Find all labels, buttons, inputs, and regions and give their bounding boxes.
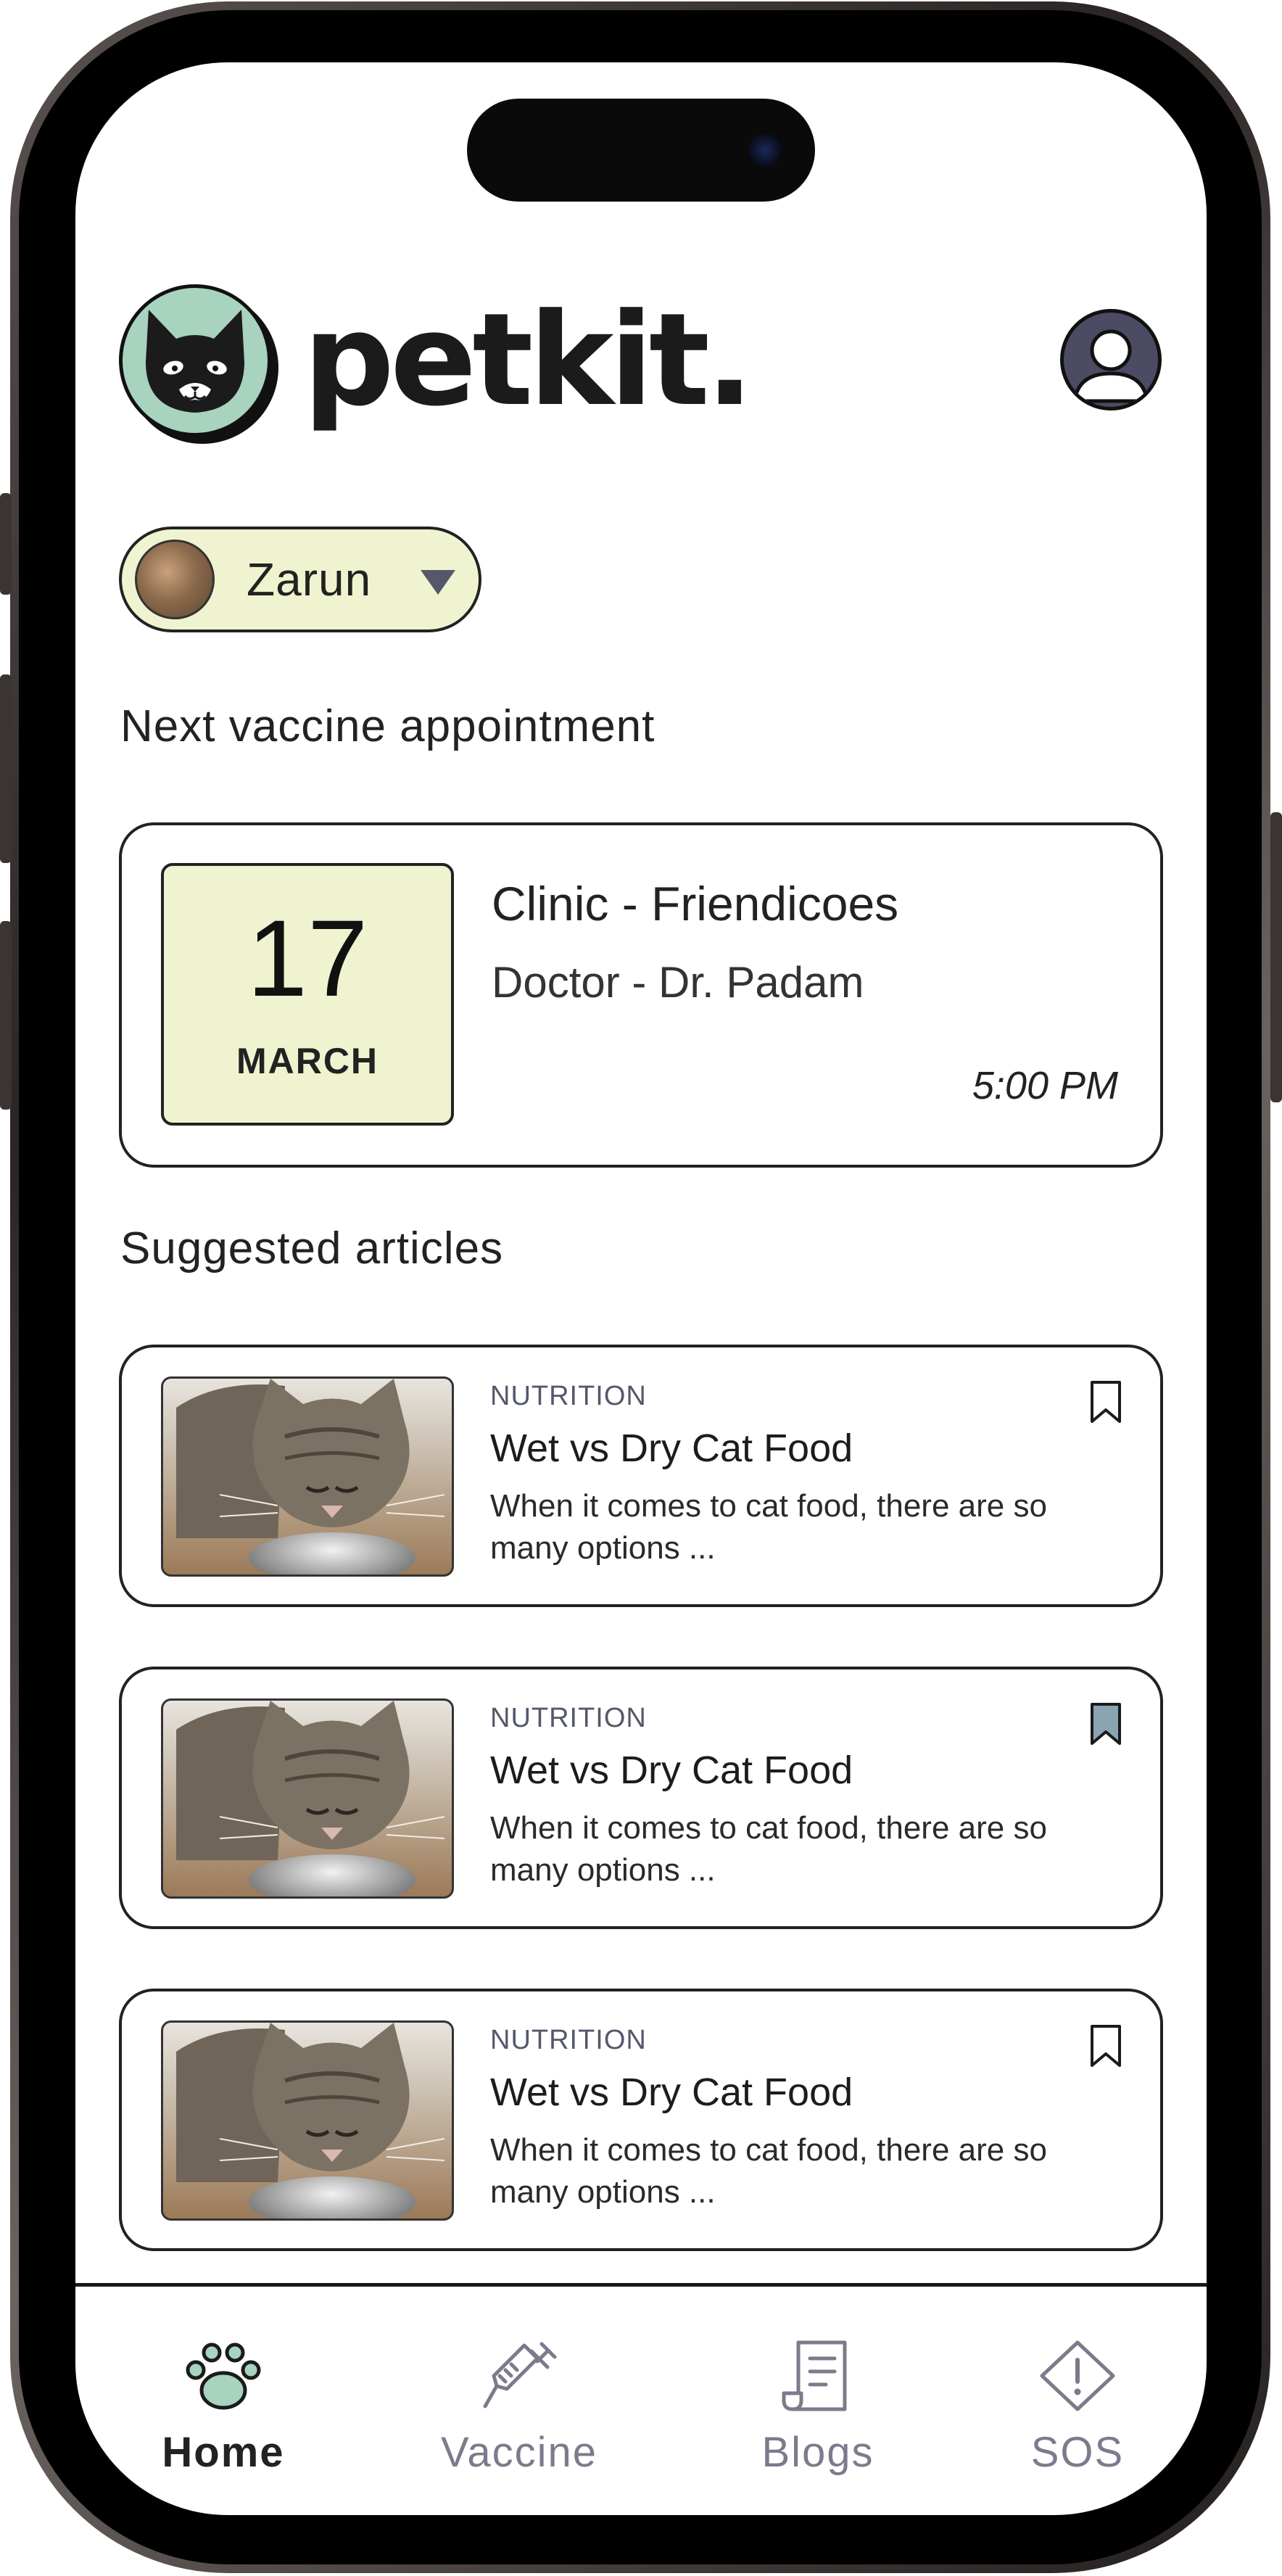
appointment-card[interactable]: 17 MARCH Clinic - Friendicoes Doctor - D…	[119, 822, 1163, 1168]
brand-wordmark: petkit.	[303, 286, 754, 434]
nav-item-blogs[interactable]: Blogs	[709, 2340, 927, 2477]
article-excerpt: When it comes to cat food, there are so …	[490, 1810, 1047, 1888]
appointment-time: 5:00 PM	[972, 1064, 1118, 1107]
appointment-doctor: Doctor - Dr. Padam	[492, 958, 864, 1007]
nav-label-sos: SOS	[1030, 2429, 1125, 2476]
pet-avatar	[135, 540, 215, 619]
article-excerpt: When it comes to cat food, there are so …	[490, 1488, 1047, 1566]
bookmark-icon[interactable]	[1089, 1379, 1122, 1424]
article-title: Wet vs Dry Cat Food	[490, 1427, 853, 1470]
pet-name: Zarun	[247, 553, 372, 606]
side-button-silent	[0, 493, 12, 595]
article-title: Wet vs Dry Cat Food	[490, 2071, 853, 2114]
syringe-icon	[483, 2342, 557, 2408]
app-screen: petkit. Zarun Next vaccine appointment 1…	[75, 62, 1207, 2515]
article-title: Wet vs Dry Cat Food	[490, 1749, 853, 1792]
alert-diamond-icon	[1040, 2340, 1115, 2411]
caret-down-icon	[421, 570, 455, 595]
nav-item-vaccine[interactable]: Vaccine	[410, 2340, 628, 2477]
article-card[interactable]: NUTRITION Wet vs Dry Cat Food When it co…	[119, 1989, 1163, 2251]
article-card[interactable]: NUTRITION Wet vs Dry Cat Food When it co…	[119, 1667, 1163, 1929]
food-bowl	[249, 1854, 415, 1896]
document-icon	[782, 2340, 847, 2411]
side-button-volume-up	[0, 674, 12, 863]
side-button-power	[1270, 812, 1282, 1102]
side-button-volume-down	[0, 921, 12, 1110]
cat-face-icon	[119, 284, 271, 437]
nav-label-vaccine: Vaccine	[440, 2429, 598, 2476]
front-camera	[748, 133, 782, 167]
nav-label-blogs: Blogs	[761, 2429, 874, 2476]
article-category: NUTRITION	[490, 2025, 647, 2055]
appointment-day: 17	[247, 897, 368, 1019]
article-excerpt: When it comes to cat food, there are so …	[490, 2132, 1047, 2210]
article-category: NUTRITION	[490, 1381, 647, 1411]
articles-section-title: Suggested articles	[120, 1223, 504, 1273]
food-bowl	[249, 2176, 415, 2218]
dynamic-island	[467, 99, 815, 202]
article-thumbnail	[161, 2020, 454, 2221]
bottom-nav-divider	[75, 2283, 1207, 2287]
nav-label-home: Home	[162, 2429, 285, 2476]
food-bowl	[249, 1532, 415, 1574]
article-thumbnail	[161, 1698, 454, 1899]
appointment-clinic: Clinic - Friendicoes	[492, 877, 899, 930]
article-thumbnail	[161, 1376, 454, 1577]
appointment-section-title: Next vaccine appointment	[120, 701, 656, 751]
article-category: NUTRITION	[490, 1703, 647, 1733]
appointment-month: MARCH	[236, 1041, 379, 1081]
nav-item-sos[interactable]: SOS	[969, 2340, 1186, 2477]
bookmark-filled-icon[interactable]	[1089, 1701, 1122, 1746]
article-card[interactable]: NUTRITION Wet vs Dry Cat Food When it co…	[119, 1345, 1163, 1607]
bookmark-icon[interactable]	[1089, 2023, 1122, 2068]
nav-item-home[interactable]: Home	[115, 2340, 332, 2477]
user-profile-icon[interactable]	[1060, 309, 1162, 410]
paw-icon	[186, 2342, 261, 2410]
appointment-date: 17 MARCH	[161, 863, 454, 1126]
pet-selector[interactable]: Zarun	[119, 527, 481, 632]
